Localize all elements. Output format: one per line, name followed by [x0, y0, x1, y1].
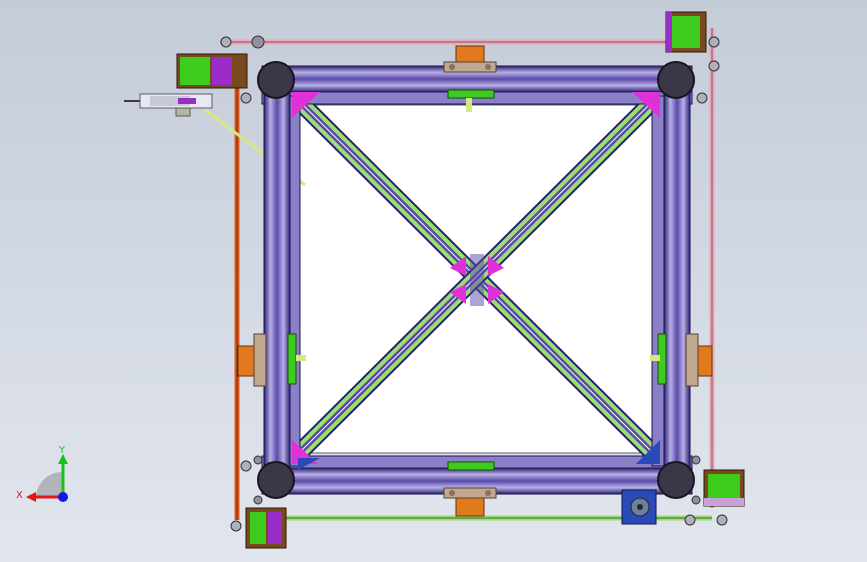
- motor-top-right: [665, 11, 707, 53]
- z-axis-dot: [58, 492, 68, 502]
- motor-bottom-right: [703, 469, 745, 507]
- corner-bottom-left: [257, 461, 295, 499]
- y-axis-label: Y: [58, 445, 66, 456]
- motor-bottom-left: [245, 507, 287, 549]
- corner-top-right: [657, 61, 695, 99]
- x-axis-label: X: [16, 490, 23, 501]
- corner-bottom-right: [657, 461, 695, 499]
- model-graphics-area[interactable]: X Y: [0, 0, 867, 562]
- right-rail: [663, 75, 691, 489]
- corner-top-left: [257, 61, 295, 99]
- left-rail: [263, 75, 291, 489]
- cad-viewport[interactable]: X Y: [0, 0, 867, 562]
- gear-housing[interactable]: [621, 489, 657, 525]
- motor-top-left: [176, 53, 248, 89]
